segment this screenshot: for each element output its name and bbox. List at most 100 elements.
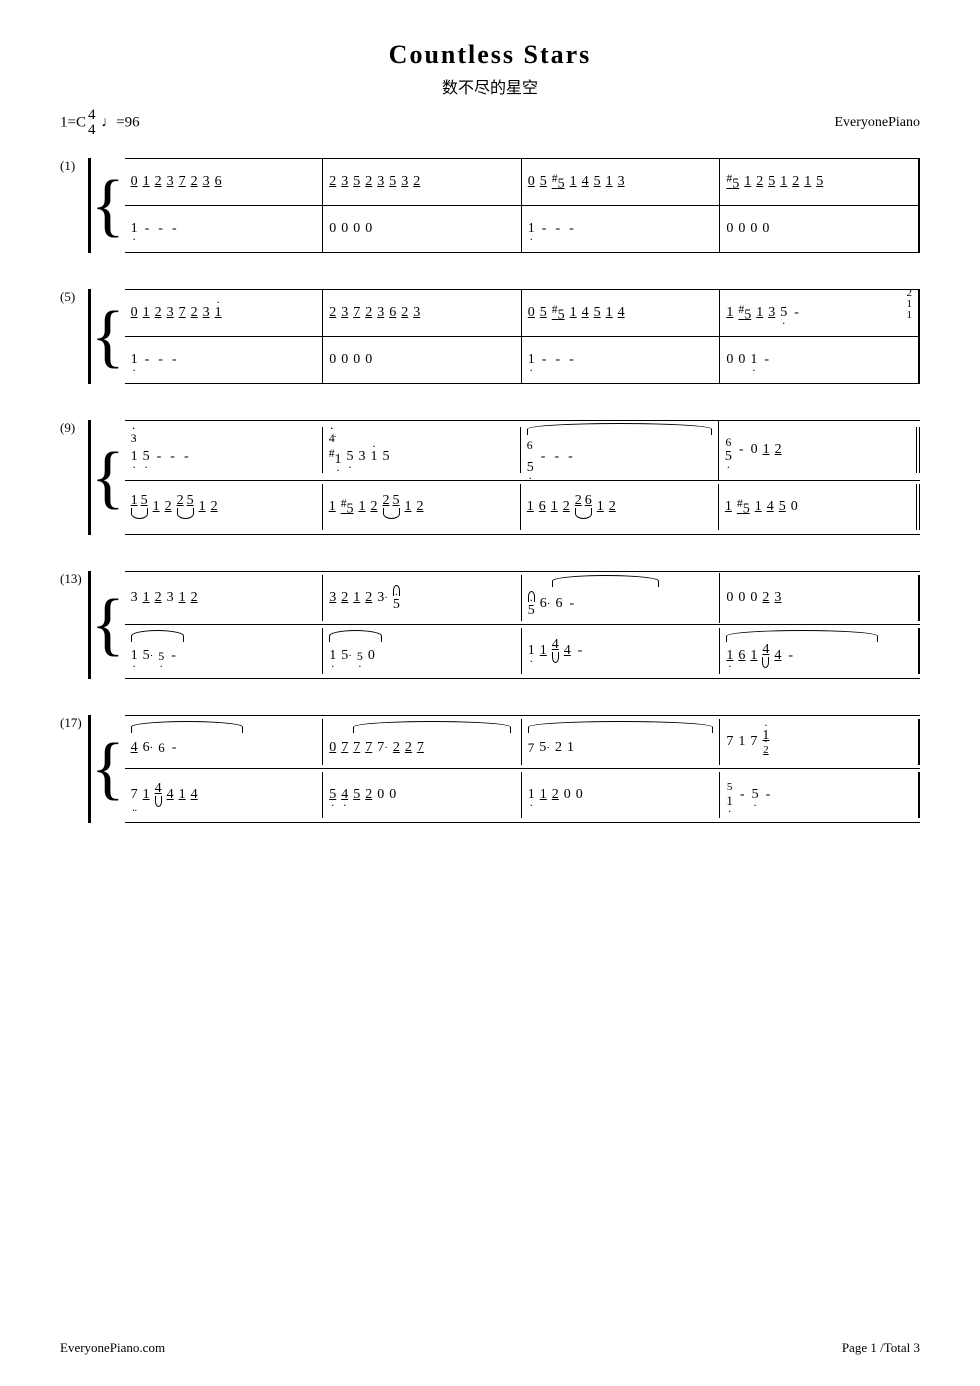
arc-b13-2: 4 <box>762 642 769 670</box>
bar-b1-1: 1 - - - <box>125 206 324 252</box>
dash: - <box>157 449 162 465</box>
dash: - <box>158 221 163 237</box>
notes-9-1: ·1 5 - - - <box>131 445 191 469</box>
note: 0 <box>750 221 757 237</box>
brace-1: { <box>91 158 125 253</box>
note: 1 <box>744 174 751 190</box>
note: 7 <box>528 740 535 756</box>
note: 1 <box>780 174 787 190</box>
note: 5 <box>768 174 775 190</box>
note: 1 <box>763 442 770 458</box>
slur-17-1 <box>131 721 244 733</box>
note: 6 <box>158 740 165 756</box>
note: 1 <box>371 449 378 465</box>
section-1: (1) { 0 1 2 3 7 2 3 <box>88 158 920 253</box>
note: 1 <box>143 787 150 803</box>
notes-17-3: 7 5· 2 1 <box>528 740 714 756</box>
note: 5 <box>816 174 823 190</box>
notes-13-1: 3 1 2 3 1 2 <box>131 590 317 606</box>
note: 0 <box>738 352 745 368</box>
note: 1 <box>570 174 577 190</box>
note: 2 <box>393 740 400 756</box>
note: 3 <box>167 590 174 606</box>
section-label-13: (13) <box>60 571 82 587</box>
note: 0 <box>762 221 769 237</box>
notes-b13-4: 1 6 1 4 4 - <box>726 642 912 670</box>
bar-1-3: 0 5 #5 1 4 5 1 3 <box>522 159 721 205</box>
arc-b9-2: 2 5 <box>177 493 194 521</box>
arc-13-1: 5 <box>393 583 400 613</box>
note: 3· <box>377 590 388 606</box>
note: 4 <box>191 787 198 803</box>
dash: - <box>568 449 573 465</box>
note: 2 <box>371 499 378 515</box>
bar-1-1: 0 1 2 3 7 2 3 6 <box>125 159 324 205</box>
dash: - <box>578 643 583 659</box>
note: 3 <box>131 590 138 606</box>
bar-5-1: 0 1 2 3 7 2 3 1 <box>125 290 324 336</box>
note: 5 <box>347 449 354 465</box>
notes-b9-1: 1 5 1 2 2 5 1 2 <box>131 493 316 521</box>
notes-b17-1: 7 1 4 4 1 4 <box>131 781 317 809</box>
dash: - <box>555 352 560 368</box>
dash: - <box>541 449 546 465</box>
system-body-13: { 3 1 2 3 1 2 <box>88 571 920 679</box>
note: 7 <box>365 740 372 756</box>
staves-9: 3· ·1 5 - - - 4· ·#1 <box>125 420 920 535</box>
notes-b9-4: 1 #5 1 4 5 0 <box>725 497 910 518</box>
note: 2 <box>383 493 390 509</box>
note: 2 <box>211 499 218 515</box>
dash: - <box>145 352 150 368</box>
note: 2 <box>405 740 412 756</box>
bar-b17-2: 5 4 5 2 0 0 <box>323 772 522 818</box>
note: 1 <box>131 493 138 509</box>
stave-17-bottom: 7 1 4 4 1 4 5 4 <box>125 769 920 823</box>
bar-13-1: 3 1 2 3 1 2 <box>125 575 324 621</box>
note: 2 <box>552 787 559 803</box>
note: #5 <box>341 497 354 518</box>
slur-b13-3 <box>726 630 878 642</box>
notes-b1-4: 0 0 0 0 <box>726 221 912 237</box>
dash: - <box>740 787 745 803</box>
note: 1 <box>329 648 336 664</box>
note: 0 <box>726 352 733 368</box>
note: 3 <box>401 174 408 190</box>
slur-b13-2 <box>329 630 382 642</box>
note: 1 <box>528 643 535 659</box>
note: #5 <box>726 172 739 193</box>
dash: - <box>555 221 560 237</box>
note: 1 <box>179 787 186 803</box>
note: 6· <box>540 596 551 612</box>
notes-1-3: 0 5 #5 1 4 5 1 3 <box>528 172 714 193</box>
note: 5 <box>528 603 535 619</box>
notes-13-4: 0 0 0 2 3 <box>726 590 912 606</box>
notes-5-3: 0 5 #5 1 4 5 1 4 <box>528 303 714 324</box>
bar-b13-3: 1 1 4 4 - <box>522 628 721 674</box>
notes-b1-2: 0 0 0 0 <box>329 221 515 237</box>
note: 5 <box>389 174 396 190</box>
stave-13-bottom: 1 5· 5 - 1 5· 5 0 <box>125 625 920 679</box>
note: 5· <box>341 648 352 664</box>
note: 5 <box>357 649 363 664</box>
note: 1 <box>606 174 613 190</box>
notes-9-2: ·#1 5 3 1 5 <box>329 445 390 469</box>
bar-5-4: 211 1 #5 1 3 5 - <box>720 290 920 336</box>
bar-b1-2: 0 0 0 0 <box>323 206 522 252</box>
bar-b17-4: 5 1 - 5 - <box>720 772 920 818</box>
note: 3 <box>774 590 781 606</box>
note: 1 <box>329 499 336 515</box>
note: 0 <box>365 221 372 237</box>
note: 1 <box>755 499 762 515</box>
note: 5 <box>779 499 786 515</box>
slur-b13-1 <box>131 630 184 642</box>
notes-9-3: 65 - - - <box>527 439 575 476</box>
note: 3 <box>203 305 210 321</box>
note: 1 <box>215 305 222 321</box>
bar-17-2: 0 7 7 7 7· 2 2 7 <box>323 719 522 765</box>
note: 1 <box>725 499 732 515</box>
bar-b5-4: 0 0 1 - <box>720 337 920 383</box>
arc-b9-3: 2 5 <box>383 493 400 521</box>
bar-b5-2: 0 0 0 0 <box>323 337 522 383</box>
bar-1-4: #5 1 2 5 1 2 1 5 <box>720 159 920 205</box>
bar-b13-2: 1 5· 5 0 <box>323 628 522 674</box>
